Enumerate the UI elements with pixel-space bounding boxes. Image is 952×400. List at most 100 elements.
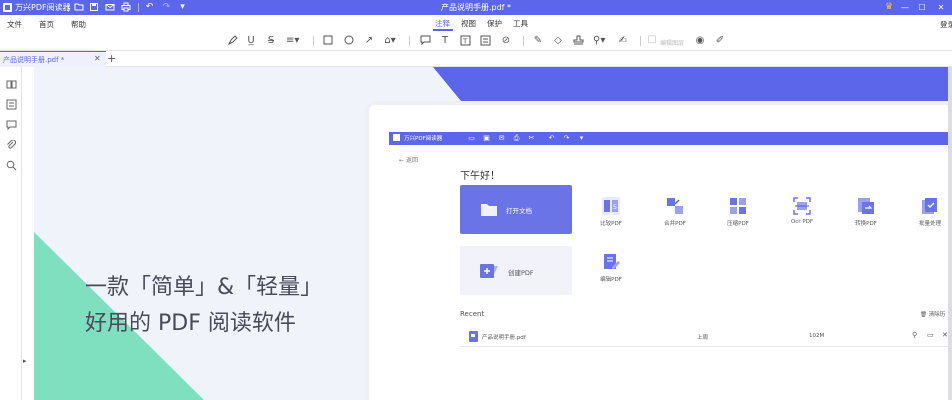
inner-app-name: 万兴PDF阅读器 (404, 136, 443, 142)
premium-crown-icon[interactable]: ♛ (885, 2, 893, 12)
callout-icon[interactable] (479, 35, 491, 47)
search-icon[interactable] (5, 160, 17, 172)
tab-protect[interactable]: 保护 (487, 18, 502, 29)
toolbar-separator (409, 36, 410, 46)
bookmarks-icon[interactable] (5, 99, 17, 111)
checkbox-icon: ☐ (647, 35, 657, 46)
ellipse-icon[interactable] (343, 35, 355, 47)
document-title: 产品说明手册.pdf * (440, 3, 512, 12)
svg-text:S: S (613, 204, 617, 211)
tool-merge-pdf: 合并PDF (657, 197, 693, 227)
document-tab-bar: 产品说明手册.pdf * ✕ + (0, 51, 952, 67)
clear-history-link: 🗑 清除历 (920, 312, 946, 318)
blue-band (433, 67, 948, 101)
strikethrough-icon[interactable]: S̶ (265, 35, 277, 47)
app-screenshot-frame: 万兴PDF阅读器 ▭ ▣ ✉ ⎙ ✂ ↶ ↷ ▾ ← 返回 下午好！ 打开文档 … (365, 101, 948, 400)
attachment-icon[interactable]: ⊘ (500, 35, 512, 47)
stamp-dropdown-icon[interactable]: ⚲▾ (593, 35, 605, 47)
left-sidebar: ▸ (0, 67, 27, 400)
pdf-file-icon (469, 331, 478, 342)
inner-cut-icon: ✂ (528, 134, 535, 142)
tool-compress-pdf: 压缩PDF (720, 197, 756, 227)
compress-pdf-icon (729, 197, 747, 215)
edit-layer-label: 编辑图层 (660, 40, 685, 47)
stamp-icon[interactable] (572, 35, 584, 47)
back-link: ← 返回 (399, 157, 418, 164)
arrow-icon[interactable]: ↗ (363, 35, 375, 47)
inner-redo-icon: ↷ (563, 134, 570, 142)
inner-save-icon: ▣ (483, 134, 490, 142)
expand-sidebar-icon[interactable]: ▸ (23, 357, 27, 365)
signature-icon[interactable]: ✍ (617, 35, 629, 47)
pencil-icon[interactable]: ✎ (532, 35, 544, 47)
attachments-icon[interactable] (5, 139, 17, 152)
headline-line-2: 好用的 PDF 阅读软件 (85, 311, 296, 336)
ocr-pdf-icon (793, 197, 811, 215)
menu-file[interactable]: 文件 (7, 19, 22, 30)
inner-dropdown-icon: ▾ (579, 134, 584, 142)
underline-icon[interactable]: U̲ (245, 35, 257, 47)
close-tab-icon[interactable]: ✕ (94, 54, 101, 63)
menu-help[interactable]: 帮助 (71, 19, 86, 30)
eraser-icon[interactable]: ◇ (552, 35, 564, 47)
inner-title-bar: 万兴PDF阅读器 ▭ ▣ ✉ ⎙ ✂ ↶ ↷ ▾ (389, 132, 948, 145)
comments-panel-icon[interactable] (5, 120, 17, 132)
open-document-card: 打开文档 (460, 185, 572, 234)
line-style-dropdown-icon[interactable]: ≡▾ (286, 35, 299, 47)
inner-print-icon: ⎙ (513, 134, 520, 142)
create-pdf-card: 创建PDF (460, 246, 572, 295)
document-viewport: 一款「简单」&「轻量」 好用的 PDF 阅读软件 万兴PDF阅读器 ▭ ▣ ✉ … (34, 67, 948, 400)
edit-annotation-icon[interactable]: ✐ (714, 35, 726, 47)
open-document-label: 打开文档 (506, 207, 532, 215)
text-icon[interactable]: T (439, 35, 451, 47)
tool-ocr-pdf: Ocr PDF (784, 197, 820, 225)
tool-convert-pdf: 转换PDF (848, 197, 884, 227)
menu-bar: 文件 首页 帮助 注释 视图 保护 工具 登录 (0, 15, 952, 31)
toolbar-separator (523, 36, 524, 46)
rectangle-icon[interactable] (322, 35, 334, 47)
inner-undo-icon: ↶ (548, 134, 555, 142)
document-tab[interactable]: 产品说明手册.pdf * ✕ (0, 51, 106, 67)
toolbar-separator (313, 36, 314, 46)
tool-compare-pdf: S 比较PDF (593, 197, 629, 227)
vertical-scrollbar[interactable] (948, 67, 952, 400)
folder-open-icon (481, 204, 497, 216)
show-hide-icon[interactable]: ◉ (694, 35, 706, 47)
inner-logo-icon (393, 134, 400, 141)
new-tab-button[interactable]: + (107, 52, 116, 65)
tab-view[interactable]: 视图 (461, 18, 476, 29)
comment-icon[interactable] (419, 35, 431, 47)
svg-text:T: T (462, 38, 468, 46)
thumbnails-icon[interactable] (5, 79, 17, 91)
shape-dropdown-icon[interactable]: ⌂▾ (384, 35, 396, 47)
textbox-icon[interactable]: T (459, 35, 471, 47)
recent-file-name: 产品说明手册.pdf (482, 335, 526, 341)
edit-pdf-icon (602, 253, 620, 271)
annotation-toolbar: U̲ S̶ ≡▾ ↗ ⌂▾ T T ⊘ ✎ ◇ ⚲▾ ✍ ☐ 编辑图层 ◉ ✐ (0, 31, 952, 51)
recent-file-row: 产品说明手册.pdf 上周 102M ⚲ ▭ ✕ (460, 327, 948, 347)
tab-tools[interactable]: 工具 (513, 18, 528, 29)
close-window-button[interactable]: ✕ (934, 1, 948, 14)
menu-home[interactable]: 首页 (39, 19, 54, 30)
login-link[interactable]: 登录 (940, 19, 952, 30)
recent-file-time: 上周 (697, 335, 709, 341)
remove-icon: ✕ (942, 331, 948, 339)
headline-line-1: 一款「简单」&「轻量」 (85, 275, 323, 300)
recent-heading: Recent (460, 310, 485, 318)
create-pdf-icon (480, 264, 498, 278)
greeting: 下午好！ (460, 171, 500, 182)
tool-batch-process: 批量处理 (912, 197, 948, 227)
minimize-button[interactable]: — (898, 1, 912, 14)
convert-pdf-icon (857, 197, 875, 215)
tool-edit-pdf: 编辑PDF (593, 253, 629, 283)
maximize-button[interactable]: ☐ (915, 1, 929, 14)
document-tab-label: 产品说明手册.pdf * (3, 56, 65, 64)
title-bar: 万兴PDF阅读器 ↶ ↷ ▾ 产品说明手册.pdf * ♛ — ☐ ✕ (0, 0, 952, 15)
batch-process-icon (921, 197, 939, 215)
pin-icon: ⚲ (912, 331, 918, 339)
open-folder-icon: ▭ (927, 331, 934, 339)
tab-annotate[interactable]: 注释 (435, 18, 450, 29)
create-pdf-label: 创建PDF (508, 269, 534, 277)
highlight-icon[interactable] (226, 35, 238, 47)
recent-file-size: 102M (809, 333, 825, 339)
